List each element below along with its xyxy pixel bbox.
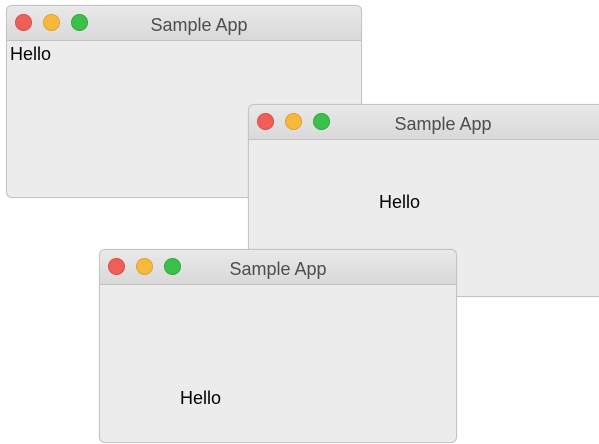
hello-label: Hello <box>180 388 222 408</box>
hello-label: Hello <box>379 192 421 212</box>
title-bar[interactable]: Sample App <box>249 105 599 140</box>
title-bar[interactable]: Sample App <box>7 6 361 41</box>
hello-label: Hello <box>10 44 52 64</box>
window-content: Hello <box>100 285 456 442</box>
window-title: Sample App <box>394 114 492 134</box>
window-title: Sample App <box>150 15 248 35</box>
title-bar[interactable]: Sample App <box>100 250 456 285</box>
window-title: Sample App <box>229 259 327 279</box>
sample-app-window-bottom[interactable]: Sample App Hello <box>99 249 457 443</box>
